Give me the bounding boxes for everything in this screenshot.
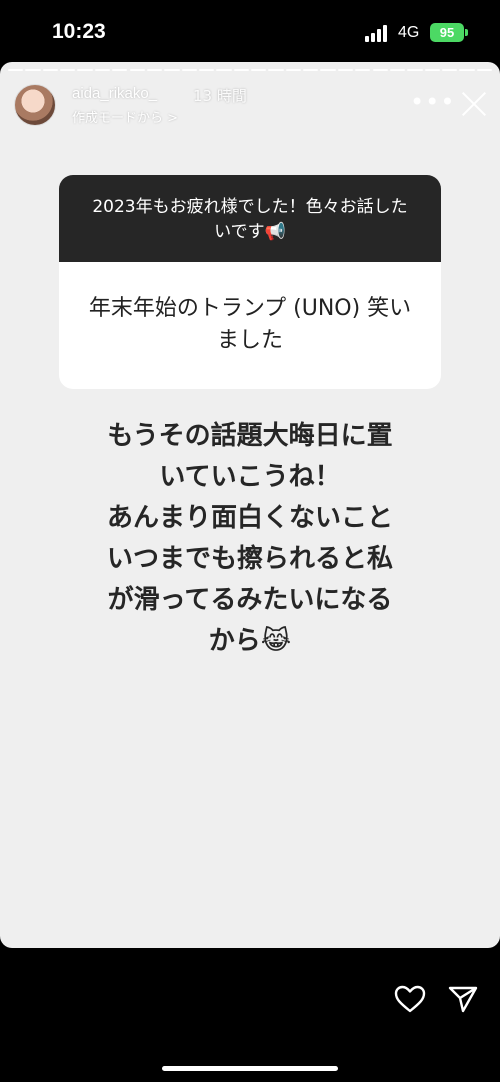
progress-segment: [60, 69, 76, 71]
progress-segment: [407, 69, 423, 71]
reply-line: もうその話題大晦日に置: [107, 421, 393, 451]
progress-segment: [94, 69, 111, 71]
network-type: 4G: [398, 24, 420, 41]
progress-segment: [268, 69, 284, 71]
send-icon[interactable]: [448, 985, 478, 1013]
battery-level: 95: [439, 25, 455, 40]
progress-segment: [251, 69, 267, 71]
progress-segment: [112, 69, 128, 71]
progress-segment: [77, 69, 93, 71]
progress-segment: [181, 69, 197, 71]
progress-segment: [216, 69, 232, 71]
progress-segment: [372, 69, 388, 71]
reply-line: あんまり面白くないこと: [106, 503, 393, 533]
story-progress-bar: [8, 69, 492, 72]
story-actions-bar: [0, 948, 500, 1082]
heart-icon[interactable]: [394, 985, 426, 1013]
progress-segment: [164, 69, 180, 71]
clock: 10:23: [52, 20, 106, 43]
reply-line: いつまでも擦られると私: [106, 544, 393, 574]
status-bar: 10:23 4G 95: [0, 0, 500, 62]
progress-segment: [129, 69, 145, 71]
username[interactable]: aida_rikako_: [72, 85, 157, 102]
progress-segment: [389, 69, 406, 71]
progress-segment: [337, 69, 354, 71]
reply-text: もうその話題大晦日に置 いていこうね！ あんまり面白くないこと いつまでも擦られ…: [60, 416, 440, 662]
progress-segment: [459, 69, 475, 71]
reply-line: から😹: [208, 626, 292, 656]
progress-segment: [25, 69, 41, 71]
question-prompt: 2023年もお疲れ様でした！色々お話したいです📢: [59, 175, 441, 262]
avatar[interactable]: [14, 84, 56, 126]
progress-segment: [320, 69, 336, 71]
story-viewer[interactable]: aida_rikako_ 13 時間 作成モードから > ••• 2023年もお…: [0, 62, 500, 948]
progress-segment: [198, 69, 215, 71]
progress-segment: [42, 69, 59, 71]
battery-nub: [465, 29, 468, 36]
more-options-icon[interactable]: •••: [410, 88, 455, 116]
progress-segment: [303, 69, 319, 71]
progress-segment: [285, 69, 302, 71]
battery-icon: 95: [430, 23, 464, 42]
home-indicator[interactable]: [162, 1066, 338, 1071]
progress-segment: [476, 69, 492, 71]
progress-segment: [441, 69, 458, 71]
progress-segment: [355, 69, 371, 71]
question-sticker[interactable]: 2023年もお疲れ様でした！色々お話したいです📢 年末年始のトランプ (UNO)…: [59, 175, 441, 389]
story-header: aida_rikako_ 13 時間 作成モードから > •••: [0, 80, 500, 136]
question-answer: 年末年始のトランプ (UNO) 笑いました: [88, 296, 412, 353]
create-mode-link[interactable]: 作成モードから >: [72, 107, 178, 126]
progress-segment: [424, 69, 440, 71]
close-icon[interactable]: [460, 90, 488, 118]
reply-line: いていこうね！: [159, 462, 341, 492]
reply-line: が滑ってるみたいになる: [107, 585, 393, 615]
progress-segment: [146, 69, 163, 71]
progress-segment: [8, 69, 24, 71]
progress-segment: [233, 69, 249, 71]
cellular-signal-icon: [365, 24, 391, 42]
time-ago: 13 時間: [193, 87, 247, 105]
